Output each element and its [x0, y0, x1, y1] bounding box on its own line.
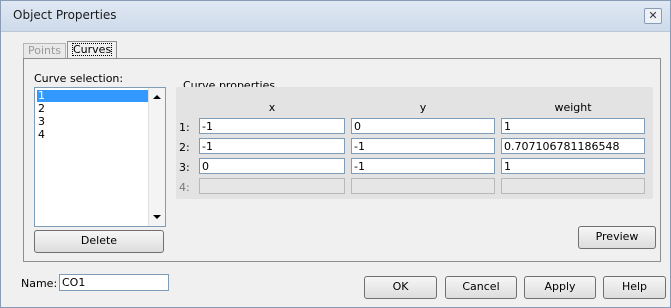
- y-field: [351, 178, 495, 194]
- object-properties-dialog: Object Properties ✕ Points Curves Curve …: [0, 0, 671, 308]
- x-field[interactable]: -1: [199, 118, 345, 134]
- preview-button[interactable]: Preview: [578, 226, 656, 249]
- close-icon[interactable]: ✕: [644, 8, 662, 24]
- row-label: 1:: [179, 121, 190, 134]
- y-field[interactable]: 0: [351, 118, 495, 134]
- row-label: 3:: [179, 161, 190, 174]
- row-label: 2:: [179, 141, 190, 154]
- title-bar: Object Properties ✕: [1, 1, 670, 32]
- column-header-y: y: [419, 101, 427, 114]
- window-title: Object Properties: [13, 8, 117, 22]
- weight-field: [501, 178, 645, 194]
- column-header-x: x: [268, 101, 276, 114]
- weight-field[interactable]: 1: [501, 158, 645, 174]
- ok-button[interactable]: OK: [364, 276, 437, 299]
- help-button[interactable]: Help: [603, 276, 666, 299]
- tab-points[interactable]: Points: [23, 43, 67, 59]
- scroll-up-icon[interactable]: [153, 95, 161, 99]
- column-header-weight: weight: [554, 101, 592, 114]
- y-field[interactable]: -1: [351, 138, 495, 154]
- y-field[interactable]: -1: [351, 158, 495, 174]
- cancel-button[interactable]: Cancel: [445, 276, 517, 299]
- scroll-down-icon[interactable]: [153, 215, 161, 219]
- row-label: 4:: [179, 181, 190, 194]
- weight-field[interactable]: 0.707106781186548: [501, 138, 645, 154]
- weight-field[interactable]: 1: [501, 118, 645, 134]
- x-field[interactable]: 0: [199, 158, 345, 174]
- delete-button[interactable]: Delete: [34, 230, 164, 253]
- x-field: [199, 178, 345, 194]
- list-item[interactable]: 4: [37, 129, 148, 141]
- name-label: Name:: [21, 277, 58, 290]
- name-field[interactable]: CO1: [59, 274, 169, 291]
- list-item[interactable]: 2: [37, 103, 148, 115]
- apply-button[interactable]: Apply: [524, 276, 596, 299]
- tab-curves-label: Curves: [72, 43, 113, 56]
- list-item[interactable]: 1: [37, 90, 148, 102]
- list-item[interactable]: 3: [37, 116, 148, 128]
- list-scrollbar[interactable]: [148, 88, 165, 226]
- curve-selection-list[interactable]: 1 2 3 4: [34, 87, 166, 227]
- x-field[interactable]: -1: [199, 138, 345, 154]
- curve-selection-label: Curve selection:: [34, 72, 124, 85]
- tab-curves[interactable]: Curves: [67, 41, 118, 59]
